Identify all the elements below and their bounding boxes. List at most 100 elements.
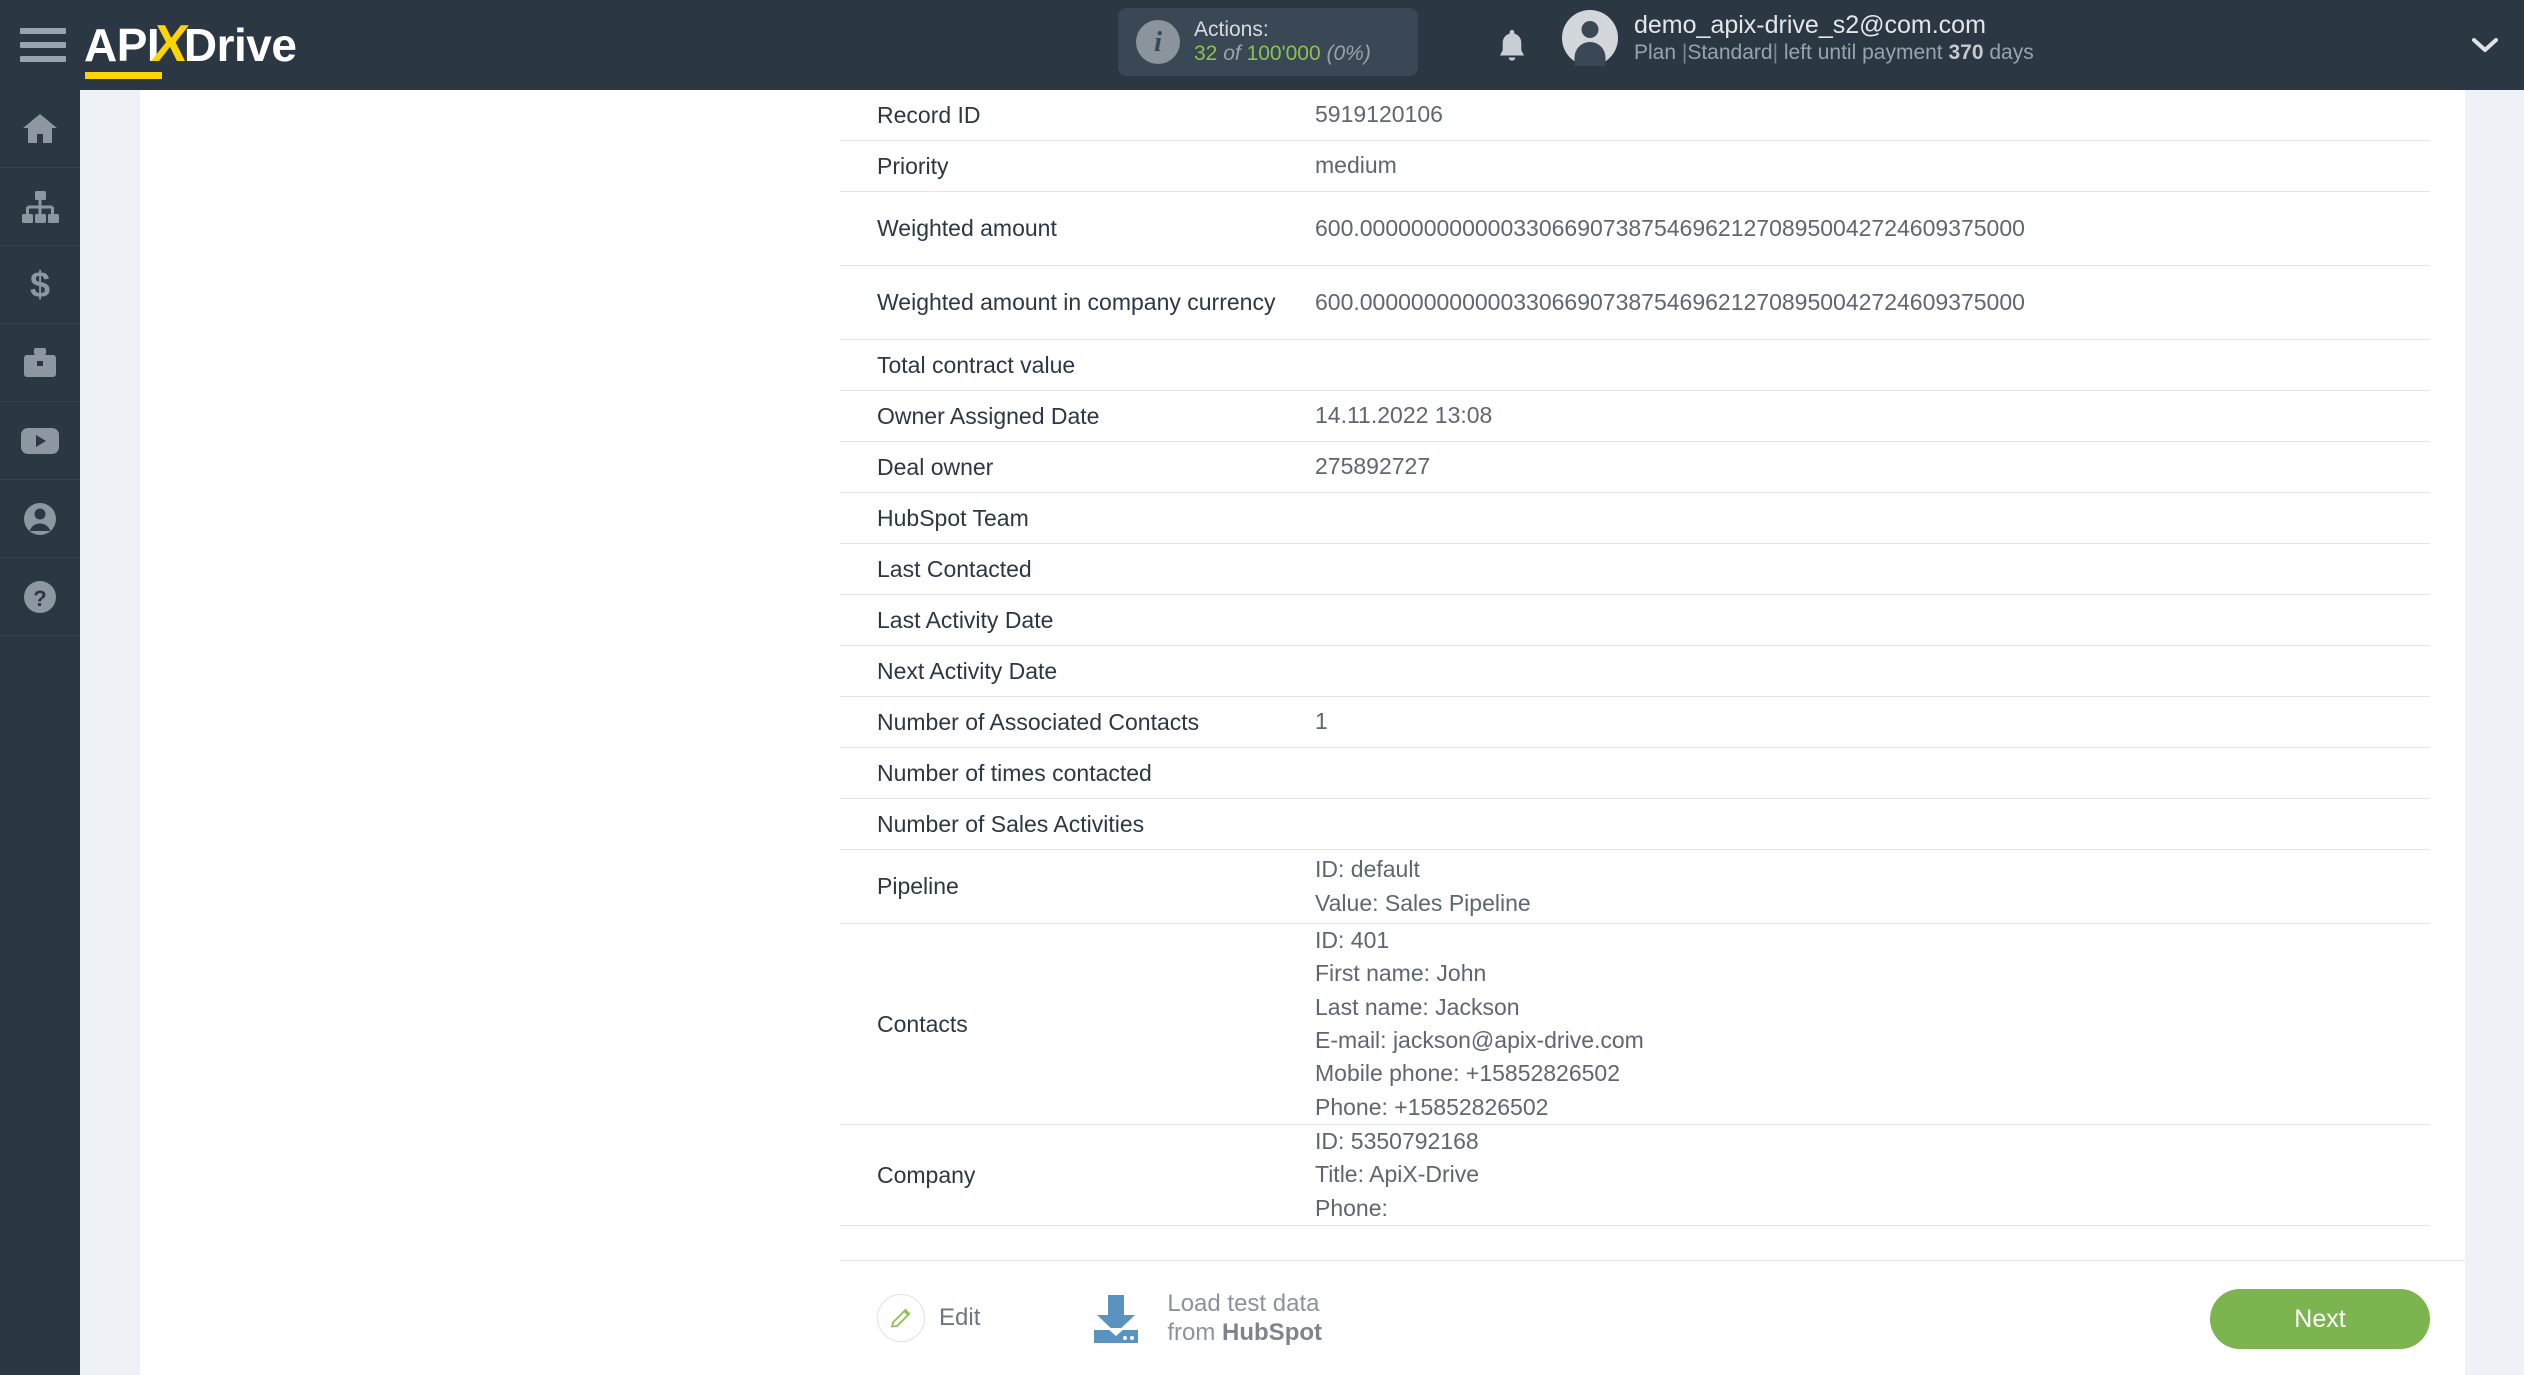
actions-usage: 32 of 100'000 (0%) (1194, 42, 1371, 66)
table-row: Number of Sales Activities (840, 799, 2430, 850)
user-icon (24, 502, 56, 535)
user-menu[interactable]: demo_apix-drive_s2@com.com Plan |Standar… (1562, 10, 2034, 66)
field-label: Number of Sales Activities (877, 810, 1145, 837)
page-canvas: Record ID 5919120106 Priority medium Weighte… (80, 90, 2524, 1375)
sidebar-item-connections[interactable] (0, 168, 80, 246)
actions-limit: 100'000 (1246, 42, 1321, 65)
field-label: HubSpot Team (877, 504, 1029, 531)
svg-text:$: $ (30, 265, 50, 305)
user-avatar-icon (1562, 10, 1618, 66)
field-label: Deal owner (877, 453, 994, 480)
actions-used: 32 (1194, 42, 1218, 65)
hamburger-icon[interactable] (20, 26, 66, 64)
table-row: Last Contacted (840, 544, 2430, 595)
download-icon (1094, 1295, 1139, 1343)
field-label: Priority (877, 152, 949, 179)
field-value-line: ID: 401 (1315, 927, 1390, 953)
table-row: Company ID: 5350792168 Title: ApiX-Drive Ph… (840, 1125, 2430, 1227)
table-row: Last Activity Date (840, 595, 2430, 646)
sidebar: $ ? (0, 90, 80, 1375)
load-label-brand: HubSpot (1222, 1319, 1323, 1346)
field-value-line: Value: Sales Pipeline (1315, 889, 1531, 916)
field-label: Company (877, 1161, 976, 1188)
svg-text:?: ? (33, 586, 46, 611)
sidebar-item-video[interactable] (0, 402, 80, 480)
field-value-line: Phone: (1315, 1194, 1388, 1221)
load-label-line1: Load test data (1167, 1289, 1320, 1317)
field-label: Owner Assigned Date (877, 402, 1100, 429)
user-email: demo_apix-drive_s2@com.com (1634, 11, 1986, 40)
table-row: Weighted amount in company currency 600.0… (840, 266, 2430, 340)
field-value-line: Last name: Jackson (1315, 993, 1520, 1020)
field-value: 275892727 (1315, 453, 1431, 480)
table-row: HubSpot Team (840, 493, 2430, 544)
field-value-line: ID: 5350792168 (1315, 1128, 1479, 1155)
test-data-panel: Record ID 5919120106 Priority medium Weighte… (840, 90, 2465, 1375)
load-test-data-button[interactable]: Load test data from HubSpot (1085, 1287, 1322, 1349)
table-row: Deal owner 275892727 (840, 442, 2430, 493)
question-icon: ? (24, 580, 56, 613)
briefcase-icon (24, 347, 56, 377)
load-label-prefix: from (1167, 1319, 1223, 1346)
fields-table: Record ID 5919120106 Priority medium Weighte… (840, 90, 2465, 1227)
dollar-icon: $ (30, 265, 50, 305)
table-row: Next Activity Date (840, 646, 2430, 697)
plan-suffix: left until payment (1778, 41, 1949, 65)
youtube-icon (21, 427, 59, 454)
left-side-panel (140, 90, 860, 1375)
table-row: Owner Assigned Date 14.11.2022 13:08 (840, 391, 2430, 442)
sidebar-item-help[interactable]: ? (0, 558, 80, 636)
field-label: Contacts (877, 1010, 968, 1037)
plan-days: 370 (1948, 41, 1984, 65)
table-row: Number of times contacted (840, 748, 2430, 799)
actions-of: of (1223, 42, 1241, 65)
field-value-line: Title: ApiX-Drive (1315, 1161, 1480, 1188)
edit-button[interactable]: Edit (877, 1294, 980, 1342)
info-icon: i (1136, 20, 1180, 64)
field-value-line: Mobile phone: +15852826502 (1315, 1060, 1621, 1087)
field-value: 600.000000000000330669073875469621270895… (1315, 214, 2025, 241)
hamburger-bar (20, 42, 66, 48)
field-value: medium (1315, 152, 1397, 179)
user-plan-info: Plan |Standard| left until payment 370 d… (1634, 40, 2034, 65)
logo-text-api: API (84, 18, 163, 79)
sidebar-item-account[interactable] (0, 480, 80, 558)
hamburger-bar (20, 56, 66, 62)
field-label: Weighted amount in company currency (877, 289, 1276, 315)
hamburger-bar (20, 28, 66, 34)
field-label: Weighted amount (877, 215, 1057, 241)
plan-name: Standard (1687, 41, 1773, 65)
load-label-line2: from HubSpot (1167, 1318, 1322, 1347)
field-label: Next Activity Date (877, 657, 1058, 684)
home-icon (23, 113, 57, 143)
field-value: 14.11.2022 13:08 (1315, 402, 1493, 429)
field-value: ID: 401 First name: John Last name: Jackso… (1315, 924, 2430, 1124)
table-row: Record ID 5919120106 (840, 90, 2430, 141)
sidebar-item-billing[interactable]: $ (0, 246, 80, 324)
field-value: ID: 5350792168 Title: ApiX-Drive Phone: (1315, 1125, 2430, 1225)
table-row: Total contract value (840, 340, 2430, 391)
field-label: Record ID (877, 101, 981, 128)
chevron-down-icon[interactable] (2472, 38, 2498, 53)
actions-percent: (0%) (1326, 42, 1371, 65)
field-value: ID: default Value: Sales Pipeline (1315, 853, 2430, 920)
field-label: Last Contacted (877, 555, 1032, 582)
next-button[interactable]: Next (2210, 1289, 2430, 1349)
field-label: Number of Associated Contacts (877, 708, 1200, 735)
edit-label: Edit (939, 1304, 981, 1331)
plan-days-unit: days (1983, 41, 2034, 65)
field-label: Total contract value (877, 351, 1076, 378)
connections-icon (22, 190, 59, 223)
table-row: Number of Associated Contacts 1 (840, 697, 2430, 748)
panel-footer: Edit Load test data from HubSpot Next (840, 1260, 2465, 1375)
sidebar-item-home[interactable] (0, 90, 80, 168)
actions-counter[interactable]: i Actions: 32 of 100'000 (0%) (1118, 8, 1418, 76)
pencil-icon (877, 1294, 925, 1342)
field-value-line: First name: John (1315, 960, 1487, 987)
bell-icon[interactable] (1495, 27, 1529, 65)
apix-drive-logo[interactable]: API X Drive (84, 14, 297, 79)
sidebar-item-business[interactable] (0, 324, 80, 402)
actions-label: Actions: (1194, 18, 1269, 42)
field-label: Number of times contacted (877, 759, 1152, 786)
field-value-line: Phone: +15852826502 (1315, 1093, 1549, 1120)
